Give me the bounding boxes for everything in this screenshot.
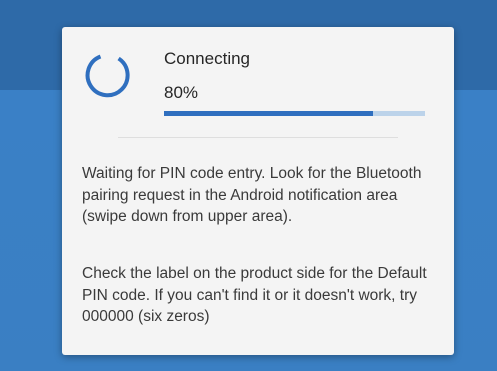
pin-entry-message: Waiting for PIN code entry. Look for the… — [82, 165, 422, 225]
progress-bar-fill — [164, 111, 373, 116]
default-pin-message: Check the label on the product side for … — [82, 265, 427, 325]
progress-bar — [164, 111, 425, 116]
connecting-dialog: Connecting 80% Waiting for PIN code entr… — [62, 27, 454, 355]
divider — [118, 137, 398, 138]
progress-percent: 80% — [164, 83, 199, 102]
spinner-icon — [85, 54, 130, 98]
dialog-title: Connecting — [164, 49, 251, 68]
